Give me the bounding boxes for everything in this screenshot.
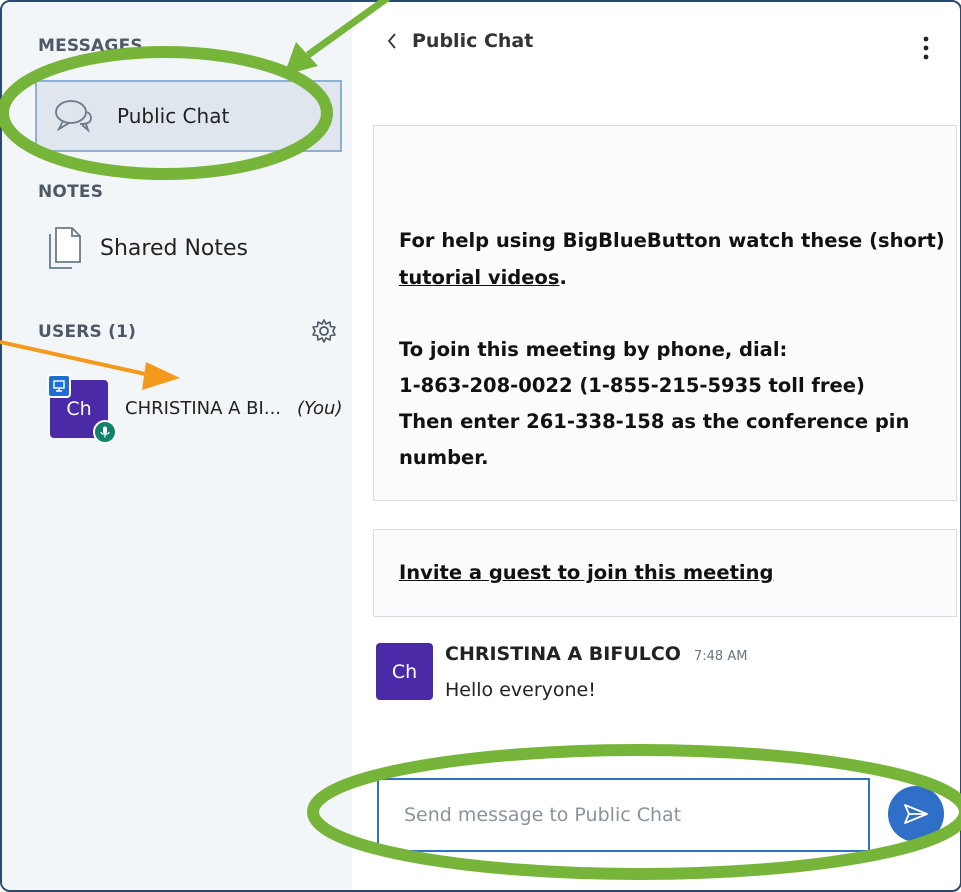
user-list-item[interactable]: Ch CHRISTINA A BI... (You) <box>47 374 352 444</box>
avatar-initials: Ch <box>66 398 92 420</box>
users-section-title: USERS (1) <box>38 322 137 342</box>
link-suffix: . <box>559 266 567 289</box>
message-time: 7:48 AM <box>694 649 748 664</box>
message-input[interactable] <box>377 778 870 852</box>
welcome-line-help: For help using BigBlueButton watch these… <box>399 229 945 252</box>
app-frame: MESSAGES Public Chat NOTES Shared Notes … <box>0 0 961 892</box>
sidebar: MESSAGES Public Chat NOTES Shared Notes … <box>2 2 352 890</box>
user-you-tag: (You) <box>297 398 343 419</box>
welcome-line-phone: 1-863-208-0022 (1-855-215-5935 toll free… <box>399 374 865 397</box>
message-sender: CHRISTINA A BIFULCO <box>445 643 681 665</box>
document-icon <box>49 227 81 269</box>
user-name: CHRISTINA A BI... <box>125 398 282 419</box>
invite-guest-link[interactable]: Invite a guest to join this meeting <box>399 561 773 584</box>
message-avatar: Ch <box>376 643 433 700</box>
tutorial-videos-link[interactable]: tutorial videos <box>399 266 559 289</box>
sidebar-item-shared-notes[interactable]: Shared Notes <box>46 224 248 272</box>
notes-section-title: NOTES <box>38 182 104 202</box>
invite-guest-box: Invite a guest to join this meeting <box>373 529 957 617</box>
messages-section-title: MESSAGES <box>38 36 143 56</box>
chat-header: Public Chat <box>386 30 533 52</box>
chat-bubbles-icon <box>55 100 92 133</box>
welcome-line-dial: To join this meeting by phone, dial: <box>399 338 788 361</box>
send-icon <box>904 804 928 824</box>
send-button[interactable] <box>888 786 944 842</box>
welcome-line-link: tutorial videos. <box>399 266 567 289</box>
chat-title[interactable]: Public Chat <box>412 30 533 52</box>
more-options-icon[interactable] <box>916 34 936 62</box>
chevron-left-icon[interactable] <box>386 32 398 50</box>
sidebar-item-public-chat[interactable]: Public Chat <box>35 80 342 152</box>
presenter-icon <box>47 374 71 398</box>
public-chat-label: Public Chat <box>117 104 230 128</box>
message-text: Hello everyone! <box>445 679 596 701</box>
welcome-message: For help using BigBlueButton watch these… <box>373 125 957 501</box>
message-avatar-initials: Ch <box>391 660 418 683</box>
gear-icon[interactable] <box>311 318 337 344</box>
shared-notes-label: Shared Notes <box>100 235 248 261</box>
microphone-icon <box>93 420 117 444</box>
welcome-line-pin: Then enter 261-338-158 as the conference… <box>399 410 910 433</box>
welcome-line-number: number. <box>399 446 489 469</box>
